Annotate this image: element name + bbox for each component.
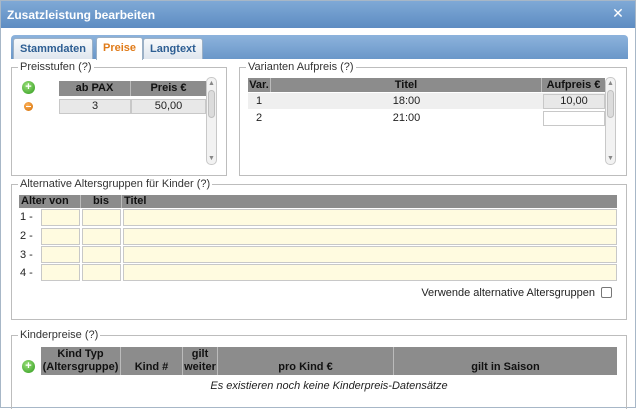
tab-strip: Stammdaten Preise Langtext xyxy=(11,35,628,60)
aufpreis-value[interactable]: 10,00 xyxy=(543,94,605,109)
preisstufen-header: ab PAX Preis € xyxy=(59,81,206,96)
add-preisstufe-icon[interactable]: + xyxy=(22,81,35,94)
alter-bis-input[interactable] xyxy=(82,209,121,226)
tab-langtext[interactable]: Langtext xyxy=(143,38,203,59)
varianten-scrollbar[interactable]: ▲ ▼ xyxy=(605,77,616,165)
scroll-thumb[interactable] xyxy=(208,90,215,118)
header-gilt-line2: weiter xyxy=(184,361,216,373)
scroll-thumb[interactable] xyxy=(607,90,614,118)
scroll-down-icon[interactable]: ▼ xyxy=(606,154,615,163)
variante-nr: 1 xyxy=(256,95,263,107)
header-kind-typ-line2: (Altersgruppe) xyxy=(42,361,119,373)
alter-bis-input[interactable] xyxy=(82,228,121,245)
altersgruppe-row-label: 3 - xyxy=(20,249,33,261)
altersgruppen-legend: Alternative Altersgruppen für Kinder (?) xyxy=(20,178,211,190)
remove-preisstufe-icon[interactable] xyxy=(24,102,33,111)
header-preis: Preis € xyxy=(150,82,187,94)
header-aufpreis: Aufpreis € xyxy=(546,79,601,91)
altersgruppe-row-label: 1 - xyxy=(20,211,33,223)
header-pro-kind: pro Kind € xyxy=(218,347,394,375)
alter-von-input[interactable] xyxy=(41,264,80,281)
altersgruppe-row-label: 4 - xyxy=(20,267,33,279)
alter-bis-input[interactable] xyxy=(82,264,121,281)
alters-titel-input[interactable] xyxy=(123,209,617,226)
kinderpreise-legend: Kinderpreise (?) xyxy=(20,329,99,341)
header-alter-von: Alter von xyxy=(19,195,81,208)
header-alters-titel: Titel xyxy=(124,195,147,207)
header-gilt-line1: gilt xyxy=(191,348,209,360)
header-kind-typ-line1: Kind Typ xyxy=(57,348,104,360)
header-kind-typ: Kind Typ (Altersgruppe) xyxy=(41,347,121,375)
variante-titel: 18:00 xyxy=(392,95,421,107)
altersgruppen-header: Alter von bis Titel xyxy=(19,195,617,208)
header-ab-pax: ab PAX xyxy=(59,81,131,96)
variante-nr: 2 xyxy=(256,112,263,124)
kinderpreise-empty-text: Es existieren noch keine Kinderpreis-Dat… xyxy=(210,380,448,392)
titlebar: Zusatzleistung bearbeiten ✕ xyxy=(1,1,635,28)
alternative-altersgruppen-checkbox[interactable] xyxy=(601,287,612,298)
alters-titel-input[interactable] xyxy=(123,246,617,263)
header-gilt-in-saison: gilt in Saison xyxy=(471,361,540,373)
header-titel: Titel xyxy=(271,78,542,92)
header-var: Var. xyxy=(248,78,271,92)
preis-value[interactable]: 50,00 xyxy=(131,99,206,114)
preisstufen-scrollbar[interactable]: ▲ ▼ xyxy=(206,77,217,165)
alter-von-input[interactable] xyxy=(41,228,80,245)
alter-von-input[interactable] xyxy=(41,209,80,226)
scroll-up-icon[interactable]: ▲ xyxy=(207,79,216,88)
altersgruppe-row-label: 2 - xyxy=(20,230,33,242)
scroll-up-icon[interactable]: ▲ xyxy=(606,79,615,88)
kinderpreise-header: Kind Typ (Altersgruppe) Kind # gilt weit… xyxy=(41,347,617,375)
tab-stammdaten[interactable]: Stammdaten xyxy=(13,38,94,59)
alternative-altersgruppen-label: Verwende alternative Altersgruppen xyxy=(421,287,595,299)
alters-titel-input[interactable] xyxy=(123,264,617,281)
header-gilt-weiter: gilt weiter xyxy=(183,347,218,375)
header-bis: bis xyxy=(81,195,122,208)
ab-pax-value[interactable]: 3 xyxy=(59,99,131,114)
aufpreis-input[interactable] xyxy=(543,111,605,126)
preisstufen-fieldset: Preisstufen (?) xyxy=(11,61,227,176)
varianten-header: Var. Titel Aufpreis € xyxy=(248,78,605,92)
tab-preise[interactable]: Preise xyxy=(96,37,144,60)
alter-bis-input[interactable] xyxy=(82,246,121,263)
dialog: Zusatzleistung bearbeiten ✕ Stammdaten P… xyxy=(0,0,636,409)
header-kind-nr: Kind # xyxy=(121,347,183,375)
alter-von-input[interactable] xyxy=(41,246,80,263)
alters-titel-input[interactable] xyxy=(123,228,617,245)
window-title: Zusatzleistung bearbeiten xyxy=(7,8,156,22)
varianten-legend: Varianten Aufpreis (?) xyxy=(248,61,354,73)
preisstufen-legend: Preisstufen (?) xyxy=(20,61,92,73)
variante-titel: 21:00 xyxy=(392,112,421,124)
close-icon[interactable]: ✕ xyxy=(611,6,625,20)
add-kinderpreis-icon[interactable]: + xyxy=(22,360,35,373)
scroll-down-icon[interactable]: ▼ xyxy=(207,154,216,163)
